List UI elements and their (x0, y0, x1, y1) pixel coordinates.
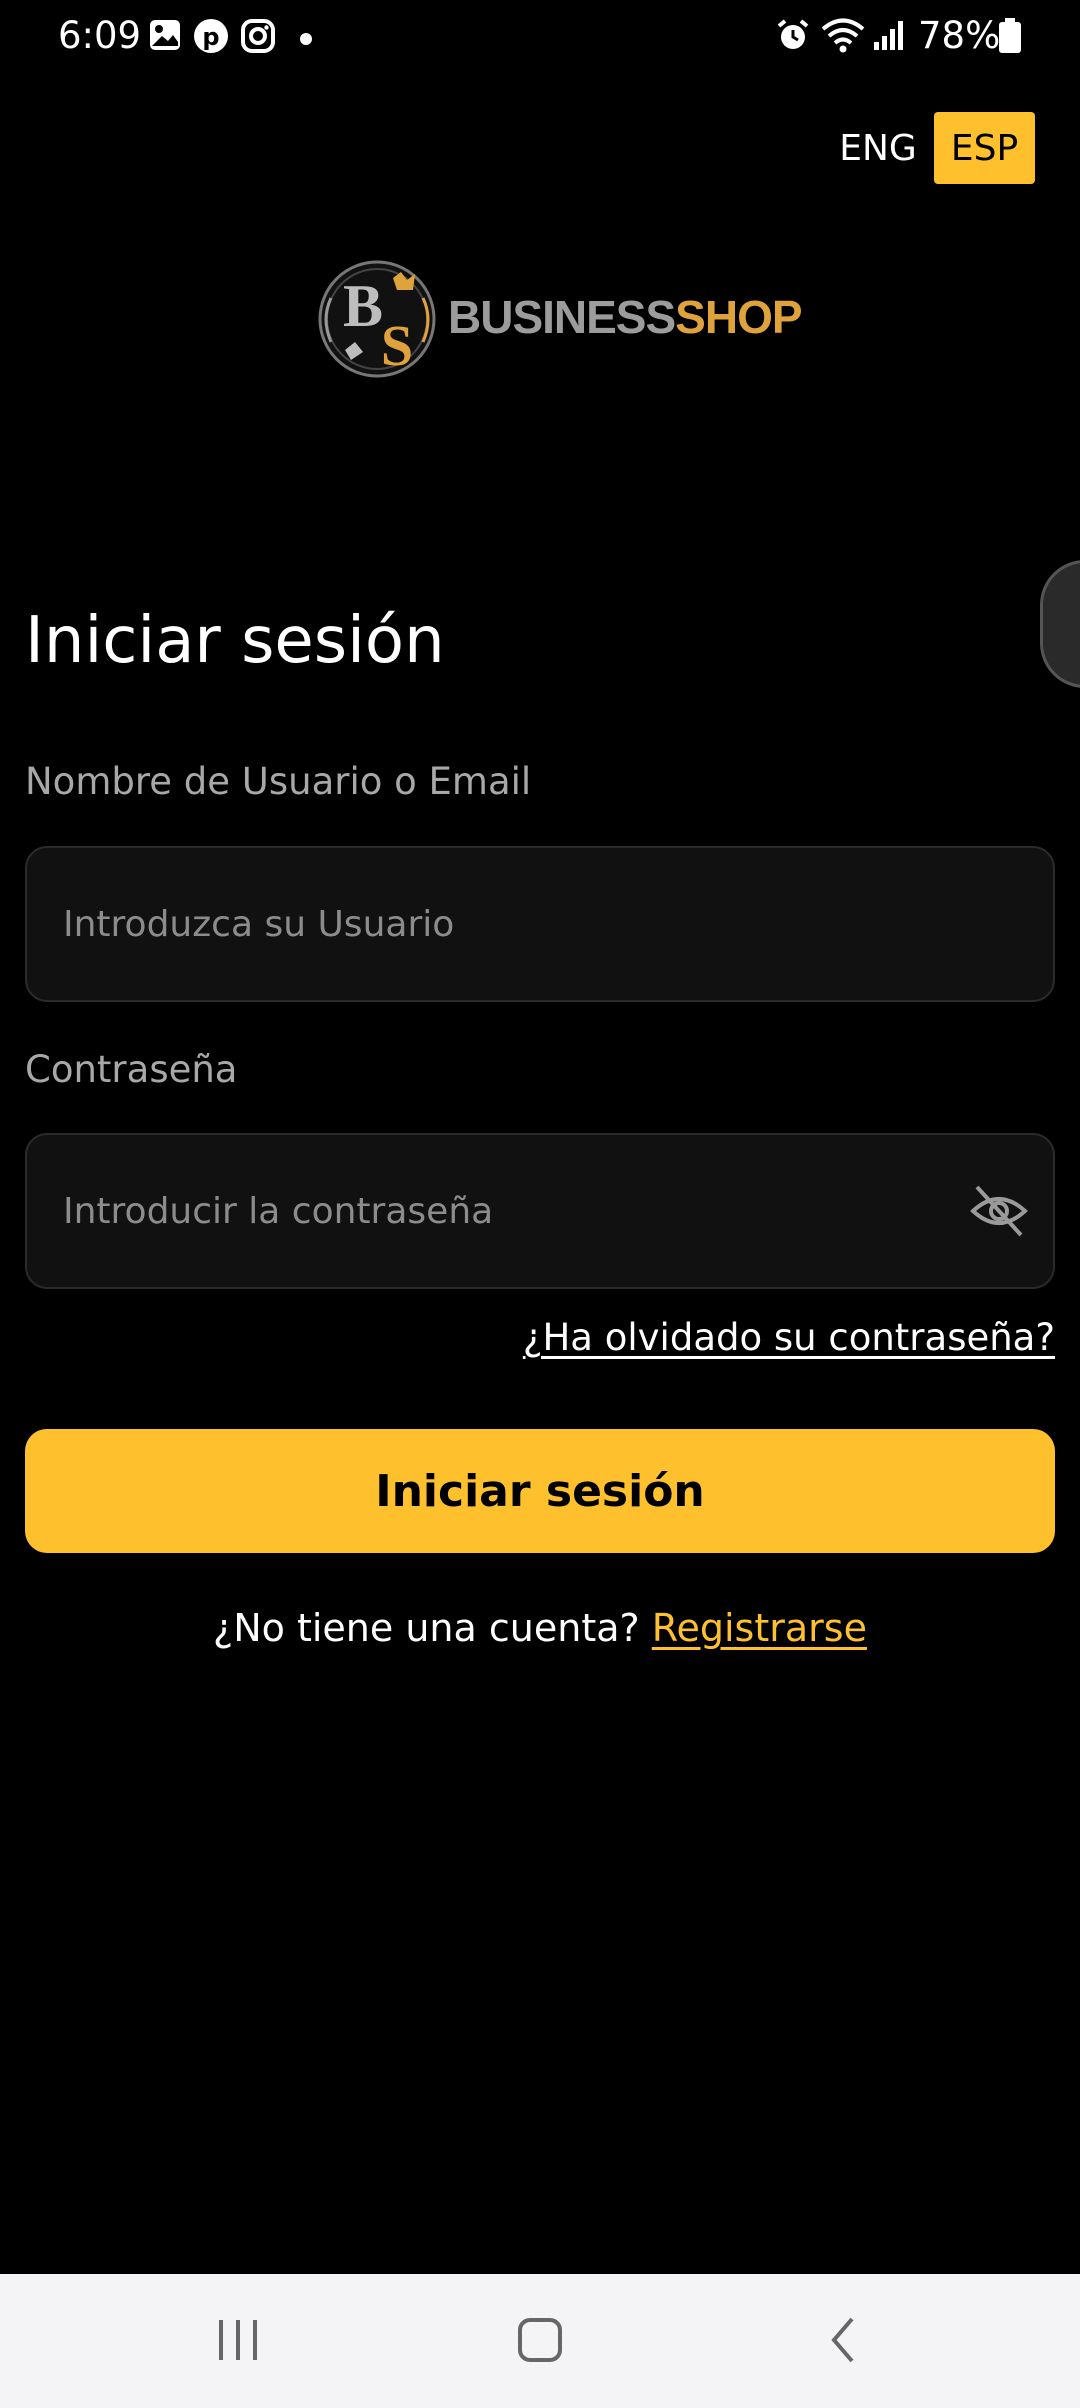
alarm-icon (776, 18, 810, 56)
monogram-icon: B S (318, 260, 436, 378)
svg-text:S: S (381, 313, 413, 378)
username-label: Nombre de Usuario o Email (25, 760, 532, 803)
floating-side-handle[interactable] (1040, 560, 1080, 688)
wifi-icon (820, 18, 866, 58)
password-label: Contraseña (25, 1048, 238, 1091)
instagram-icon (240, 18, 276, 58)
password-input[interactable] (63, 1135, 963, 1287)
pinterest-icon: p (193, 18, 229, 58)
forgot-password-link[interactable]: ¿Ha olvidado su contraseña? (523, 1316, 1055, 1359)
battery-icon (998, 18, 1022, 58)
register-link[interactable]: Registrarse (652, 1606, 867, 1650)
no-account-text: ¿No tiene una cuenta? (213, 1606, 640, 1650)
eye-off-icon[interactable] (967, 1179, 1031, 1243)
svg-text:B: B (343, 273, 383, 339)
system-nav-bar (0, 2274, 1080, 2408)
signal-icon (872, 18, 906, 56)
dot-icon (300, 30, 312, 49)
username-input[interactable] (63, 848, 963, 1000)
status-bar: 6:09 p 78% (0, 0, 1080, 72)
login-button[interactable]: Iniciar sesión (25, 1429, 1055, 1553)
login-screen: 6:09 p 78% ENG ESP B S BUSINESSSHOP Inic… (0, 0, 1080, 2408)
svg-text:p: p (202, 23, 219, 51)
logo-word-business: BUSINESS (448, 291, 676, 343)
status-time: 6:09 (58, 14, 142, 57)
password-field-container (25, 1133, 1055, 1289)
lang-eng-button[interactable]: ENG (830, 112, 926, 184)
logo-wordmark: BUSINESSSHOP (448, 290, 803, 344)
lang-esp-button[interactable]: ESP (934, 112, 1035, 184)
signup-row: ¿No tiene una cuenta? Registrarse (0, 1606, 1080, 1650)
username-field-container (25, 846, 1055, 1002)
back-icon[interactable] (804, 2304, 884, 2376)
battery-percent: 78% (918, 14, 1001, 57)
page-title: Iniciar sesión (25, 604, 445, 678)
gallery-icon (148, 18, 182, 56)
logo-word-shop: SHOP (675, 291, 802, 343)
recent-apps-icon[interactable] (198, 2304, 278, 2376)
home-icon[interactable] (500, 2304, 580, 2376)
